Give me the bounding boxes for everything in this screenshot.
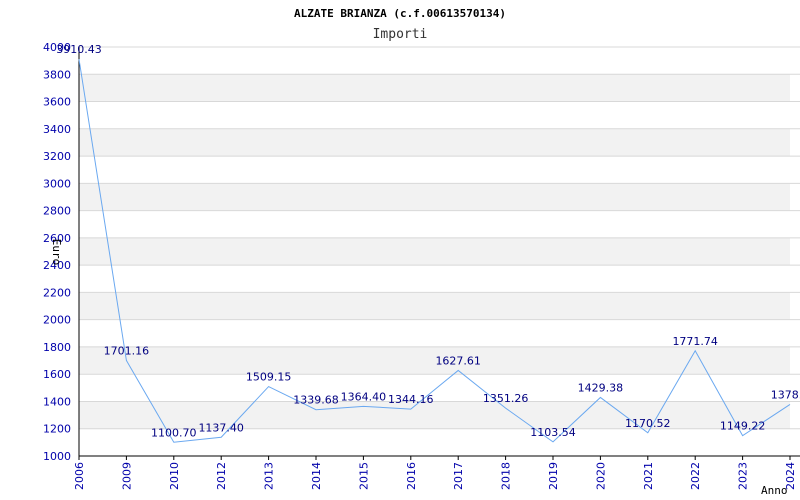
data-label: 1509.15 [246,371,292,384]
data-label: 1429.38 [578,381,624,394]
y-tick-label: 3200 [43,150,71,163]
x-tick-label: 2010 [168,462,181,490]
x-tick-label: 2012 [215,462,228,490]
data-label: 1103.54 [530,426,576,439]
x-ticks: 2006 2009 2010 2012 2013 2014 2015 2016 2017 2018… [73,456,797,490]
x-tick-label: 2023 [737,462,750,490]
data-label: 1378.5 [771,388,800,401]
y-tick-label: 3000 [43,177,71,190]
grid-band [79,74,790,102]
x-tick-label: 2015 [357,462,370,490]
data-label: 1170.52 [625,417,671,430]
data-label: 1137.40 [198,421,244,434]
data-label: 1364.40 [341,390,387,403]
y-tick-label: 1400 [43,395,71,408]
data-label: 1701.16 [104,344,150,357]
x-axis-label: Anno [761,484,788,497]
data-label: 1627.61 [435,354,481,367]
y-tick-label: 1200 [43,423,71,436]
x-tick-label: 2014 [310,462,323,490]
data-label: 1351.26 [483,392,529,405]
y-tick-label: 1800 [43,341,71,354]
y-tick-label: 1000 [43,450,71,463]
data-label: 3910.43 [56,43,102,56]
x-tick-label: 2018 [500,462,513,490]
y-tick-label: 1600 [43,368,71,381]
data-label: 1339.68 [293,394,339,407]
y-tick-label: 2200 [43,286,71,299]
x-tick-label: 2013 [263,462,276,490]
x-tick-label: 2006 [73,462,86,490]
y-tick-label: 2000 [43,314,71,327]
chart-subtitle: Importi [373,27,428,42]
y-tick-label: 3400 [43,123,71,136]
x-tick-label: 2016 [405,462,418,490]
grid-band [79,237,790,266]
x-tick-label: 2009 [120,462,133,490]
grid-band [79,401,790,429]
x-tick-label: 2020 [594,462,607,490]
x-tick-label: 2022 [689,462,702,490]
data-label: 1771.74 [672,335,718,348]
grid-band [79,128,790,157]
data-label: 1100.70 [151,426,197,439]
y-axis-label: Euro [50,239,63,266]
x-tick-label: 2021 [642,462,655,490]
y-tick-label: 2800 [43,205,71,218]
line-chart: 1000120014001600180020002200240026002800… [43,7,800,497]
x-tick-label: 2019 [547,462,560,490]
grid-band [79,183,790,211]
y-tick-label: 3800 [43,68,71,81]
y-tick-label: 3600 [43,96,71,109]
chart-title: ALZATE BRIANZA (c.f.00613570134) [294,7,506,20]
data-label: 1344.16 [388,393,434,406]
x-tick-label: 2017 [452,462,465,490]
plot-bands [79,74,790,429]
grid-band [79,292,790,320]
data-label: 1149.22 [720,420,766,433]
